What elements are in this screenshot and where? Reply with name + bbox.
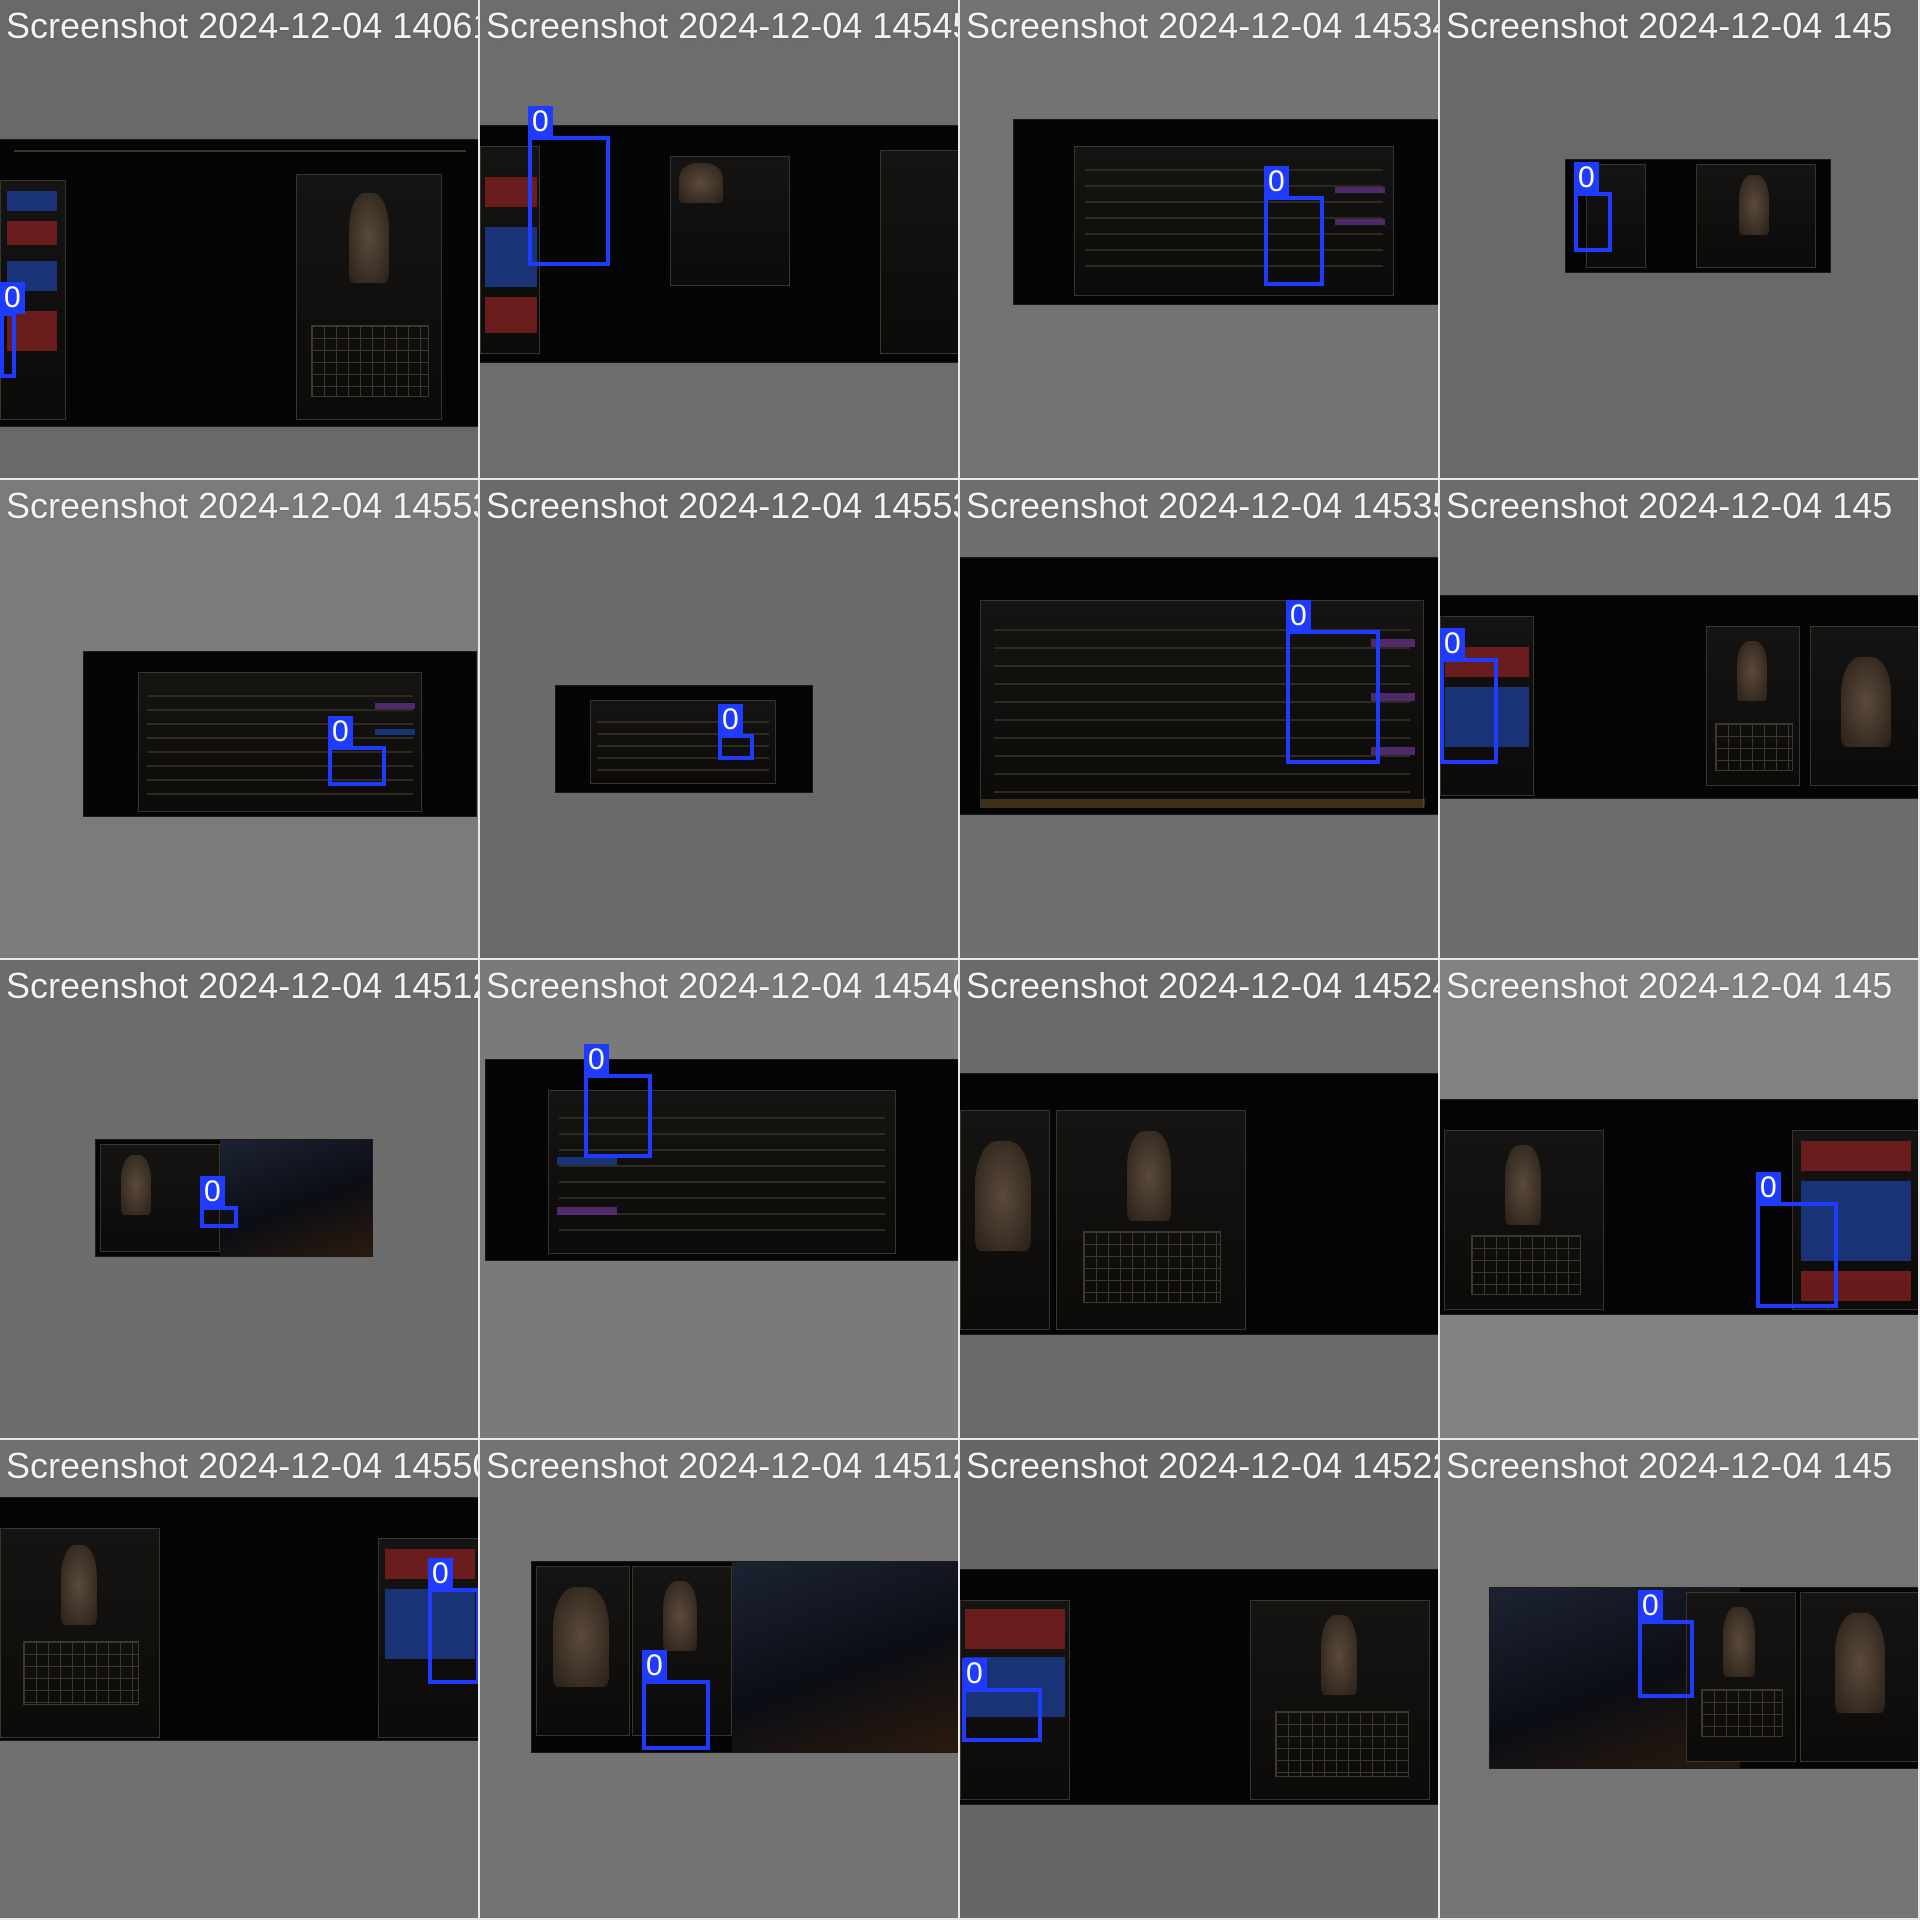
tile-screenshot <box>84 652 476 816</box>
grid-tile[interactable]: Screenshot 2024-12-04 145346.png 0 <box>960 0 1440 480</box>
grid-tile[interactable]: Screenshot 2024-12-04 145 0 <box>1440 1440 1920 1920</box>
detection-class-tag: 0 <box>1574 162 1599 194</box>
equipment-panel <box>1686 1592 1796 1762</box>
equipment-panel <box>1250 1600 1430 1800</box>
tile-screenshot <box>0 140 478 426</box>
grid-tile[interactable]: Screenshot 2024-12-04 145 0 <box>1440 480 1920 960</box>
detection-box: 0 <box>528 106 610 266</box>
tile-screenshot <box>1014 120 1438 304</box>
grid-tile[interactable]: Screenshot 2024-12-04 145245.png <box>960 960 1440 1440</box>
tile-screenshot <box>1440 1100 1918 1314</box>
grid-tile[interactable]: Screenshot 2024-12-04 145530.png 0 <box>480 480 960 960</box>
detection-box: 0 <box>584 1044 652 1158</box>
grid-tile[interactable]: Screenshot 2024-12-04 145357.png 0 <box>960 480 1440 960</box>
tile-screenshot <box>96 1140 372 1256</box>
tile-filename-label: Screenshot 2024-12-04 145530.png <box>486 485 958 526</box>
detection-class-tag: 0 <box>0 282 25 314</box>
tile-filename-label: Screenshot 2024-12-04 145 <box>1446 1445 1893 1486</box>
character-panel <box>1810 626 1918 786</box>
detection-box: 0 <box>328 716 386 786</box>
equipment-panel <box>1706 626 1800 786</box>
tile-filename-label: Screenshot 2024-12-04 145 <box>1446 965 1893 1006</box>
detection-class-tag: 0 <box>1440 628 1465 660</box>
equipment-panel <box>1444 1130 1604 1310</box>
grid-tile[interactable]: Screenshot 2024-12-04 145456.png 0 <box>480 0 960 480</box>
detection-class-tag: 0 <box>528 106 553 138</box>
detection-class-tag: 0 <box>584 1044 609 1076</box>
detection-box: 0 <box>1756 1172 1838 1308</box>
character-panel <box>1800 1592 1918 1762</box>
character-panel <box>960 1110 1050 1330</box>
detection-box: 0 <box>0 282 25 378</box>
tile-screenshot <box>486 1060 958 1260</box>
grid-tile[interactable]: Screenshot 2024-12-04 145503.png 0 <box>0 1440 480 1920</box>
tile-filename-label: Screenshot 2024-12-04 145229.png <box>966 1445 1438 1486</box>
detection-box: 0 <box>1638 1590 1694 1698</box>
detection-class-tag: 0 <box>1264 166 1289 198</box>
detection-box: 0 <box>1286 600 1380 764</box>
tile-screenshot <box>0 1498 478 1740</box>
equipment-panel <box>1056 1110 1246 1330</box>
tile-screenshot <box>532 1562 958 1752</box>
tile-screenshot <box>556 686 812 792</box>
detection-box: 0 <box>1574 162 1612 252</box>
grid-tile[interactable]: Screenshot 2024-12-04 145122.png 0 <box>0 960 480 1440</box>
detection-class-tag: 0 <box>642 1650 667 1682</box>
detection-preview-grid: Screenshot 2024-12-04 140619.png 0 Scree… <box>0 0 1920 1920</box>
character-panel <box>536 1566 630 1736</box>
detection-box: 0 <box>718 704 754 760</box>
tile-screenshot <box>1440 596 1918 798</box>
tile-filename-label: Screenshot 2024-12-04 145 <box>1446 5 1893 46</box>
detection-box: 0 <box>200 1176 238 1228</box>
tile-filename-label: Screenshot 2024-12-04 145503.png <box>6 1445 478 1486</box>
game-scene <box>732 1562 958 1752</box>
detection-box: 0 <box>642 1650 710 1750</box>
trade-listing-panel <box>1074 146 1394 296</box>
detection-class-tag: 0 <box>428 1558 453 1590</box>
tile-filename-label: Screenshot 2024-12-04 145346.png <box>966 5 1438 46</box>
trade-listing-panel <box>138 672 422 812</box>
tile-screenshot <box>960 1074 1438 1334</box>
detection-box: 0 <box>962 1658 1042 1742</box>
detection-box: 0 <box>1264 166 1324 286</box>
tile-filename-label: Screenshot 2024-12-04 145402.png <box>486 965 958 1006</box>
grid-tile[interactable]: Screenshot 2024-12-04 145 0 <box>1440 0 1920 480</box>
detection-class-tag: 0 <box>328 716 353 748</box>
grid-tile[interactable]: Screenshot 2024-12-04 145532.png 0 <box>0 480 480 960</box>
tile-filename-label: Screenshot 2024-12-04 145245.png <box>966 965 1438 1006</box>
grid-tile[interactable]: Screenshot 2024-12-04 140619.png 0 <box>0 0 480 480</box>
vendor-panel <box>670 156 790 286</box>
detection-class-tag: 0 <box>718 704 743 736</box>
grid-tile[interactable]: Screenshot 2024-12-04 145229.png 0 <box>960 1440 1440 1920</box>
tile-filename-label: Screenshot 2024-12-04 145357.png <box>966 485 1438 526</box>
detection-class-tag: 0 <box>200 1176 225 1208</box>
tile-filename-label: Screenshot 2024-12-04 145 <box>1446 485 1893 526</box>
equipment-panel <box>1696 164 1816 268</box>
tile-filename-label: Screenshot 2024-12-04 145532.png <box>6 485 478 526</box>
tile-screenshot <box>1490 1588 1918 1768</box>
detection-class-tag: 0 <box>1756 1172 1781 1204</box>
grid-tile[interactable]: Screenshot 2024-12-04 145402.png 0 <box>480 960 960 1440</box>
tile-filename-label: Screenshot 2024-12-04 145122.png <box>6 965 478 1006</box>
detection-class-tag: 0 <box>1286 600 1311 632</box>
detection-box: 0 <box>428 1558 478 1684</box>
tile-filename-label: Screenshot 2024-12-04 145127.png <box>486 1445 958 1486</box>
detection-class-tag: 0 <box>962 1658 987 1690</box>
game-scene <box>220 1140 372 1256</box>
equipment-panel <box>296 174 442 420</box>
equipment-panel <box>0 1528 160 1738</box>
inventory-panel <box>880 150 958 354</box>
tile-filename-label: Screenshot 2024-12-04 140619.png <box>6 5 478 46</box>
tile-filename-label: Screenshot 2024-12-04 145456.png <box>486 5 958 46</box>
tile-screenshot <box>960 1570 1438 1804</box>
detection-box: 0 <box>1440 628 1498 764</box>
grid-tile[interactable]: Screenshot 2024-12-04 145 0 <box>1440 960 1920 1440</box>
detection-class-tag: 0 <box>1638 1590 1663 1622</box>
grid-tile[interactable]: Screenshot 2024-12-04 145127.png 0 <box>480 1440 960 1920</box>
